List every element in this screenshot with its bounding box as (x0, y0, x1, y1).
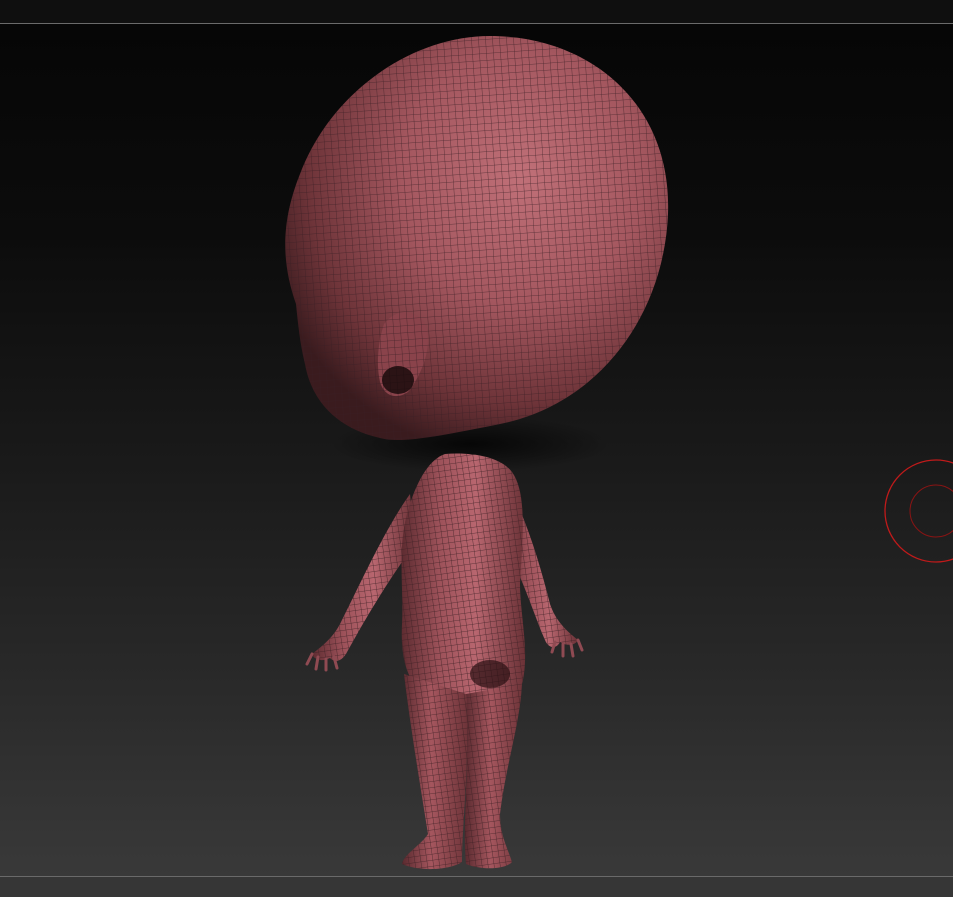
head (285, 36, 669, 441)
torso (401, 453, 526, 703)
bottom-status-strip (0, 876, 953, 897)
legs (402, 674, 522, 870)
top-toolbar-strip (0, 0, 953, 24)
sculpt-app (0, 0, 953, 897)
left-arm (305, 494, 415, 672)
3d-viewport[interactable] (0, 24, 953, 876)
brush-cursor-icon (884, 459, 953, 563)
sculpt-model[interactable] (0, 24, 953, 876)
